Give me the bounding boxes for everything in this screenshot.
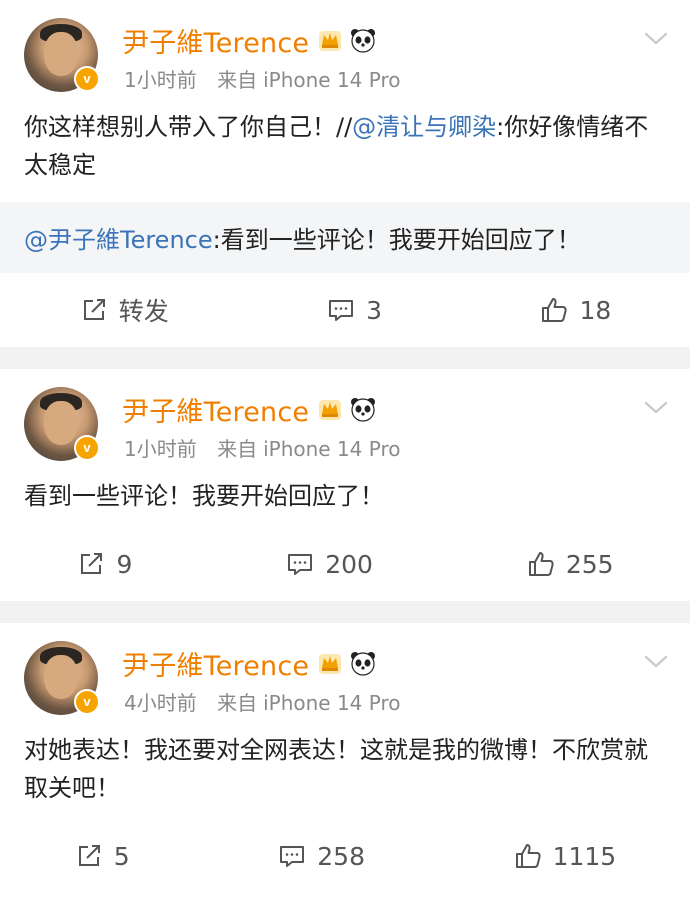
username[interactable]: 尹子維Terence — [122, 21, 309, 60]
crown-icon — [319, 31, 342, 51]
panda-icon — [351, 398, 376, 422]
verified-badge-icon: v — [74, 435, 100, 461]
avatar-face — [44, 401, 78, 445]
avatar[interactable]: v — [24, 18, 100, 92]
post-body-text: 看到一些评论！我要开始回应了！ — [24, 482, 384, 510]
post-3: v 尹子維Terence 4小时前 来自 iPhone 14 Pro 对她表达！… — [0, 623, 690, 893]
crown-icon — [319, 654, 342, 674]
chevron-down-icon[interactable] — [642, 24, 670, 52]
like-count: 1115 — [552, 841, 617, 871]
repost-icon — [78, 845, 100, 866]
name-row: 尹子維Terence — [122, 643, 377, 683]
verified-badge-icon: v — [74, 689, 100, 715]
repost-count: 5 — [113, 841, 130, 871]
post-body-text: 对她表达！我还要对全网表达！这就是我的微博！不欣赏就取关吧！ — [24, 736, 648, 802]
comment-icon — [288, 554, 313, 575]
post-source-prefix: 来自 — [217, 691, 258, 715]
post-body-text: 你这样想别人带入了你自己！// — [24, 113, 353, 141]
username[interactable]: 尹子維Terence — [122, 644, 309, 683]
panda-icon — [351, 652, 376, 676]
post-device: iPhone 14 Pro — [263, 691, 401, 715]
post-device: iPhone 14 Pro — [263, 68, 401, 92]
verified-badge-icon: v — [74, 66, 100, 92]
post-header: v 尹子維Terence 1小时前 来自 iPhone 14 Pro — [0, 0, 690, 92]
repost-count: 9 — [116, 549, 133, 579]
comment-count: 200 — [325, 549, 373, 579]
comment-button[interactable]: 258 — [277, 841, 365, 871]
chevron-down-icon[interactable] — [642, 647, 670, 675]
post-device: iPhone 14 Pro — [263, 437, 401, 461]
post-1: v 尹子維Terence 1小时前 来自 iPhone 14 Pro 你这样想别… — [0, 0, 690, 347]
name-row: 尹子維Terence — [122, 20, 377, 60]
post-body: 你这样想别人带入了你自己！//@清让与卿染:你好像情绪不太稳定 — [0, 88, 690, 184]
panda-icon — [351, 29, 376, 53]
post-time: 4小时前 — [124, 691, 197, 715]
separator — [0, 347, 690, 369]
like-icon — [528, 552, 554, 576]
avatar[interactable]: v — [24, 641, 100, 715]
post-time: 1小时前 — [124, 437, 197, 461]
mention-link[interactable]: @清让与卿染 — [352, 113, 496, 141]
post-source-prefix: 来自 — [217, 437, 258, 461]
post-source-prefix: 来自 — [217, 68, 258, 92]
post-body: 对她表达！我还要对全网表达！这就是我的微博！不欣赏就取关吧！ — [0, 711, 690, 807]
like-icon — [542, 298, 568, 322]
name-row: 尹子維Terence — [122, 389, 377, 429]
avatar-face — [44, 655, 78, 699]
comment-count: 258 — [317, 841, 365, 871]
repost-icon — [81, 553, 103, 574]
action-bar: 转发 3 18 — [0, 273, 690, 347]
post-2: v 尹子維Terence 1小时前 来自 iPhone 14 Pro 看到一些评… — [0, 369, 690, 601]
quoted-post[interactable]: @尹子維Terence:看到一些评论！我要开始回应了！ — [0, 202, 690, 273]
post-header: v 尹子維Terence 4小时前 来自 iPhone 14 Pro — [0, 623, 690, 715]
post-meta: 1小时前 来自 iPhone 14 Pro — [124, 433, 401, 462]
action-bar: 5 258 1115 — [0, 819, 690, 893]
username[interactable]: 尹子維Terence — [122, 390, 309, 429]
comment-icon — [329, 300, 354, 321]
like-icon — [515, 844, 541, 868]
comment-button[interactable]: 200 — [285, 549, 373, 579]
repost-label: 转发 — [118, 297, 169, 326]
post-time: 1小时前 — [124, 68, 197, 92]
post-header: v 尹子維Terence 1小时前 来自 iPhone 14 Pro — [0, 369, 690, 461]
like-count: 18 — [579, 295, 612, 325]
repost-button[interactable]: 转发 — [79, 292, 169, 328]
post-meta: 4小时前 来自 iPhone 14 Pro — [124, 687, 401, 716]
separator — [0, 601, 690, 623]
avatar-face — [44, 32, 78, 76]
repost-button[interactable]: 5 — [74, 841, 130, 871]
crown-icon — [319, 400, 342, 420]
weibo-feed: v 尹子維Terence 1小时前 来自 iPhone 14 Pro 你这样想别… — [0, 0, 690, 893]
repost-button[interactable]: 9 — [76, 549, 132, 579]
comment-icon — [280, 846, 305, 867]
avatar[interactable]: v — [24, 387, 100, 461]
comment-count: 3 — [366, 295, 383, 325]
post-meta: 1小时前 来自 iPhone 14 Pro — [124, 64, 401, 93]
quoted-text: :看到一些评论！我要开始回应了！ — [212, 226, 581, 254]
like-button[interactable]: 18 — [539, 295, 611, 325]
like-button[interactable]: 1115 — [513, 841, 617, 871]
repost-icon — [83, 299, 105, 320]
chevron-down-icon[interactable] — [642, 393, 670, 421]
quoted-mention-link[interactable]: @尹子維Terence — [24, 226, 213, 254]
action-bar: 9 200 255 — [0, 527, 690, 601]
post-body: 看到一些评论！我要开始回应了！ — [0, 457, 690, 515]
like-button[interactable]: 255 — [526, 549, 614, 579]
comment-button[interactable]: 3 — [326, 295, 382, 325]
like-count: 255 — [565, 549, 614, 579]
